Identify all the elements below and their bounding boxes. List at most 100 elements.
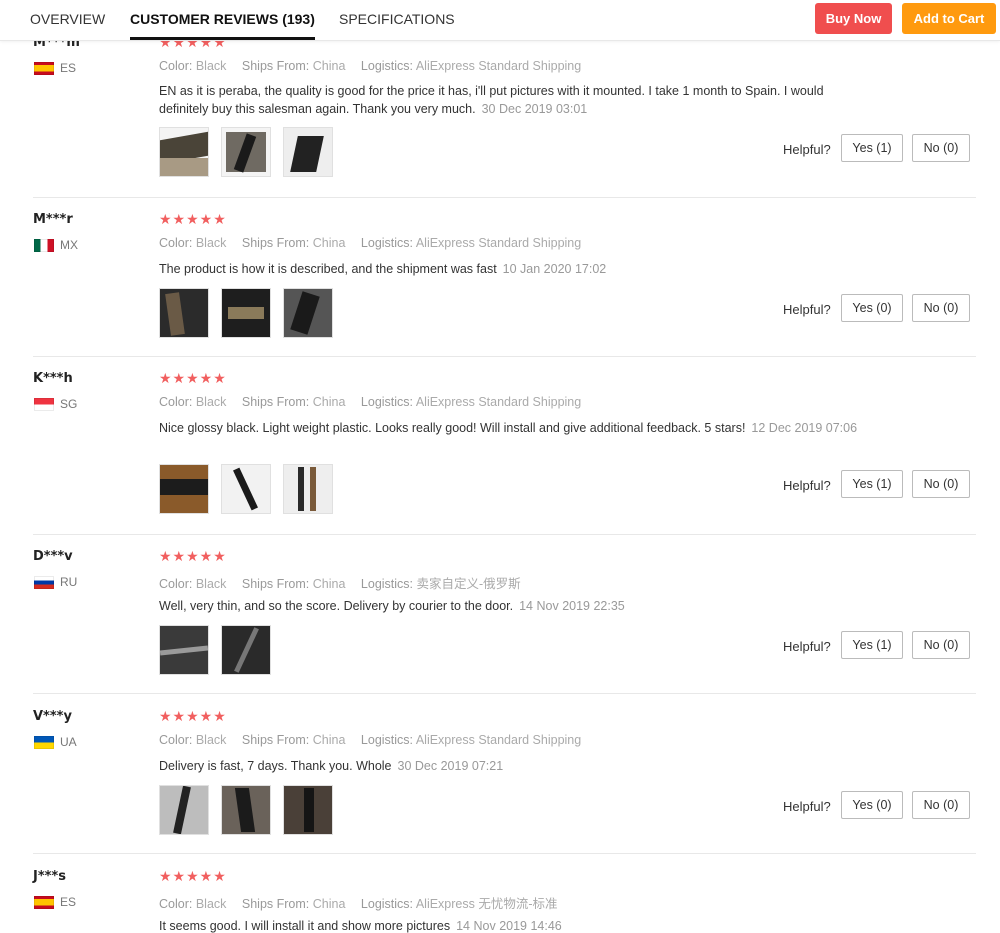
helpful-no-button[interactable]: No (0) [912, 631, 970, 659]
logistics-label: Logistics: [360, 733, 414, 747]
helpful-no-button[interactable]: No (0) [912, 470, 970, 498]
review-body: The product is how it is described, and … [159, 262, 497, 276]
color-label: Color: [159, 59, 193, 73]
helpful-label: Helpful? [783, 142, 831, 157]
review-photos [159, 464, 333, 514]
logistics-value: AliExpress Standard Shipping [415, 733, 582, 747]
tab-specifications[interactable]: SPECIFICATIONS [339, 0, 455, 40]
color-value: Black [195, 236, 227, 250]
review-item: D***v RU ★★★★★ Color: Black Ships From: … [0, 544, 1000, 694]
review-date: 30 Dec 2019 07:21 [397, 759, 504, 773]
reviewer-country: MX [34, 238, 78, 252]
ships-from-label: Ships From: [241, 577, 310, 591]
country-code: SG [60, 397, 78, 411]
singapore-flag-icon [34, 397, 54, 411]
helpful-yes-button[interactable]: Yes (1) [841, 470, 903, 498]
country-code: RU [60, 575, 78, 589]
review-item: M***r MX ★★★★★ Color: Black Ships From: … [0, 207, 1000, 357]
review-photo[interactable] [283, 127, 333, 177]
mexico-flag-icon [34, 238, 54, 252]
review-photo[interactable] [221, 464, 271, 514]
ships-from-value: China [312, 59, 346, 73]
color-value: Black [195, 395, 227, 409]
reviewer-name: D***v [33, 549, 73, 564]
color-label: Color: [159, 236, 193, 250]
helpful-no-button[interactable]: No (0) [912, 134, 970, 162]
reviewer-name: J***s [33, 869, 66, 884]
review-divider [33, 534, 976, 535]
review-meta: Color: Black Ships From: China Logistics… [159, 573, 533, 592]
tab-customer-reviews[interactable]: CUSTOMER REVIEWS (193) [130, 0, 315, 40]
review-text: Well, very thin, and so the score. Deliv… [159, 597, 869, 615]
review-photos [159, 625, 271, 675]
buy-now-button[interactable]: Buy Now [815, 3, 892, 34]
review-photo[interactable] [283, 288, 333, 338]
country-code: ES [60, 895, 77, 909]
reviewer-name: V***y [33, 709, 72, 724]
spain-flag-icon [34, 895, 54, 909]
helpful-label: Helpful? [783, 302, 831, 317]
reviewer-name: K***h [33, 371, 73, 386]
review-date: 30 Dec 2019 03:01 [481, 102, 588, 116]
tab-overview[interactable]: OVERVIEW [30, 0, 105, 40]
country-code: MX [60, 238, 78, 252]
ships-from-label: Ships From: [241, 395, 310, 409]
logistics-label: Logistics: [360, 577, 414, 591]
color-value: Black [195, 59, 227, 73]
review-photo[interactable] [159, 127, 209, 177]
review-photos [159, 127, 333, 177]
review-meta: Color: Black Ships From: China Logistics… [159, 893, 570, 912]
ships-from-value: China [312, 236, 346, 250]
review-photo[interactable] [221, 785, 271, 835]
ships-from-label: Ships From: [241, 897, 310, 911]
review-item: K***h SG ★★★★★ Color: Black Ships From: … [0, 366, 1000, 534]
review-photo[interactable] [159, 625, 209, 675]
review-photos [159, 288, 333, 338]
helpful-label: Helpful? [783, 478, 831, 493]
ships-from-label: Ships From: [241, 236, 310, 250]
logistics-value: AliExpress Standard Shipping [415, 59, 582, 73]
add-to-cart-button[interactable]: Add to Cart [902, 3, 996, 34]
spain-flag-icon [34, 61, 54, 75]
rating-stars: ★★★★★ [159, 370, 227, 386]
color-label: Color: [159, 733, 193, 747]
color-label: Color: [159, 395, 193, 409]
logistics-label: Logistics: [360, 897, 414, 911]
logistics-value: 卖家自定义-俄罗斯 [416, 577, 521, 591]
review-photo[interactable] [221, 288, 271, 338]
helpful-no-button[interactable]: No (0) [912, 294, 970, 322]
review-meta: Color: Black Ships From: China Logistics… [159, 59, 593, 73]
ships-from-value: China [312, 897, 346, 911]
review-photo[interactable] [283, 785, 333, 835]
russia-flag-icon [34, 575, 54, 589]
helpful-yes-button[interactable]: Yes (1) [841, 134, 903, 162]
reviewer-country: RU [34, 575, 77, 589]
review-text: The product is how it is described, and … [159, 260, 869, 278]
rating-stars: ★★★★★ [159, 548, 227, 564]
color-value: Black [195, 897, 227, 911]
review-text: Delivery is fast, 7 days. Thank you. Who… [159, 757, 869, 775]
review-photo[interactable] [159, 785, 209, 835]
helpful-yes-button[interactable]: Yes (1) [841, 631, 903, 659]
reviewer-country: SG [34, 397, 77, 411]
review-divider [33, 853, 976, 854]
helpful-yes-button[interactable]: Yes (0) [841, 294, 903, 322]
review-item: J***s ES ★★★★★ Color: Black Ships From: … [0, 864, 1000, 933]
ukraine-flag-icon [34, 735, 54, 749]
review-date: 14 Nov 2019 22:35 [519, 599, 625, 613]
review-photo[interactable] [221, 127, 271, 177]
review-text: EN as it is peraba, the quality is good … [159, 82, 869, 118]
review-photo[interactable] [221, 625, 271, 675]
review-photo[interactable] [283, 464, 333, 514]
helpful-label: Helpful? [783, 799, 831, 814]
reviewer-country: ES [34, 61, 76, 75]
review-divider [33, 197, 976, 198]
review-photo[interactable] [159, 464, 209, 514]
helpful-yes-button[interactable]: Yes (0) [841, 791, 903, 819]
ships-from-label: Ships From: [241, 59, 310, 73]
review-photo[interactable] [159, 288, 209, 338]
helpful-no-button[interactable]: No (0) [912, 791, 970, 819]
ships-from-label: Ships From: [241, 733, 310, 747]
ships-from-value: China [312, 395, 346, 409]
review-date: 14 Nov 2019 14:46 [456, 919, 562, 933]
